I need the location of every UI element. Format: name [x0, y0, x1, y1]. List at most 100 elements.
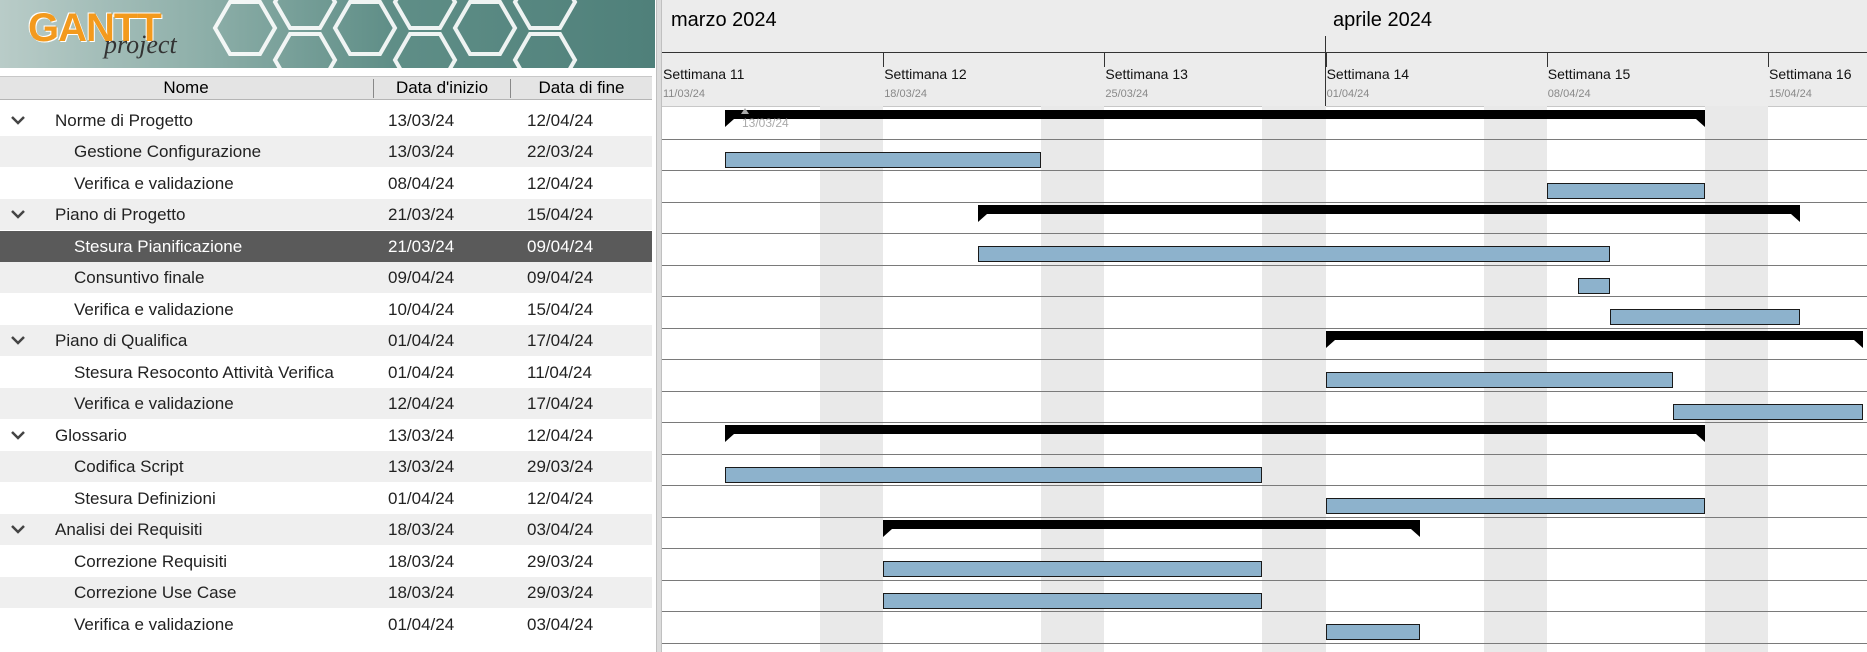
chevron-down-icon[interactable]	[10, 521, 26, 537]
chevron-down-icon[interactable]	[10, 112, 26, 128]
task-end-date: 17/04/24	[527, 394, 594, 413]
task-name: Piano di Qualifica	[55, 331, 188, 350]
task-name: Stesura Pianificazione	[74, 236, 243, 256]
task-row[interactable]: Stesura Definizioni 01/04/24 12/04/24	[0, 483, 652, 514]
summary-task-row[interactable]: Glossario 13/03/24 12/04/24	[0, 420, 652, 451]
task-row[interactable]: Correzione Requisiti 18/03/24 29/03/24	[0, 546, 652, 577]
summary-task-row[interactable]: Piano di Qualifica 01/04/24 17/04/24	[0, 325, 652, 356]
row-gridline	[662, 296, 1867, 297]
today-marker-label: 13/03/24	[742, 116, 789, 130]
task-row[interactable]: Verifica e validazione 08/04/24 12/04/24	[0, 168, 652, 199]
task-name: Analisi dei Requisiti	[55, 520, 203, 539]
task-bar[interactable]	[1610, 309, 1800, 325]
task-start-date: 21/03/24	[388, 205, 455, 224]
task-bar[interactable]	[1325, 498, 1705, 514]
chevron-down-icon[interactable]	[10, 332, 26, 348]
summary-bar[interactable]	[978, 204, 1800, 222]
week-tick	[883, 52, 885, 67]
column-header-start-date[interactable]: Data d'inizio	[374, 77, 510, 99]
summary-task-row[interactable]: Analisi dei Requisiti 18/03/24 03/04/24	[0, 514, 652, 545]
gantt-chart-body[interactable]: 13/03/24	[662, 106, 1867, 652]
row-gridline	[662, 138, 1867, 140]
task-bar[interactable]	[1673, 403, 1863, 420]
task-name: Verifica e validazione	[74, 173, 234, 193]
task-start-date: 21/03/24	[388, 236, 455, 256]
task-start-date: 13/03/24	[388, 142, 455, 161]
task-end-date: 09/04/24	[510, 231, 652, 265]
weekend-column	[1704, 106, 1768, 652]
row-gridline	[662, 548, 1867, 549]
weekend-column	[820, 106, 884, 652]
task-table-panel: GANTT project Nome Data d'inizio Data di…	[0, 0, 656, 652]
task-bar[interactable]	[725, 466, 1263, 483]
summary-task-row[interactable]: Piano di Progetto 21/03/24 15/04/24	[0, 199, 652, 230]
task-start-date: 18/03/24	[388, 583, 455, 602]
task-row[interactable]: Codifica Script 13/03/24 29/03/24	[0, 451, 652, 482]
task-name: Norme di Progetto	[55, 110, 193, 130]
week-start-date: 18/03/24	[884, 88, 928, 100]
task-name: Verifica e validazione	[74, 614, 234, 634]
column-header-name[interactable]: Nome	[0, 77, 372, 99]
chevron-down-icon[interactable]	[10, 427, 26, 443]
week-start-date: 25/03/24	[1105, 88, 1149, 100]
row-gridline	[662, 264, 1867, 266]
column-header-end-date[interactable]: Data di fine	[511, 77, 652, 99]
ganttproject-logo: GANTT project	[0, 0, 655, 68]
task-row[interactable]: Verifica e validazione 10/04/24 15/04/24	[0, 294, 652, 325]
task-row[interactable]: Gestione Configurazione 13/03/24 22/03/24	[0, 136, 652, 167]
task-start-date: 13/03/24	[388, 110, 455, 130]
timeline-header: marzo 2024 aprile 2024 Settimana 11 11/03…	[662, 0, 1867, 107]
task-start-date: 01/04/24	[388, 362, 455, 382]
week-label: Settimana 15	[1547, 66, 1631, 82]
task-end-date: 22/03/24	[527, 142, 594, 161]
task-name: Stesura Definizioni	[74, 488, 216, 508]
task-end-date: 29/03/24	[527, 457, 594, 476]
task-name: Piano di Progetto	[55, 205, 186, 224]
summary-bar[interactable]	[1325, 330, 1863, 348]
task-row[interactable]: Correzione Use Case 18/03/24 29/03/24	[0, 577, 652, 608]
row-gridline	[662, 201, 1867, 203]
row-gridline	[662, 453, 1867, 455]
summary-bar[interactable]	[725, 110, 1705, 127]
task-start-date: 13/03/24	[388, 425, 455, 445]
task-name: Glossario	[55, 425, 127, 445]
task-end-date: 12/04/24	[527, 110, 594, 130]
task-start-date: 01/04/24	[388, 488, 455, 508]
task-bar[interactable]	[1546, 183, 1705, 199]
table-header: Nome Data d'inizio Data di fine	[0, 76, 652, 100]
task-row[interactable]: Verifica e validazione 12/04/24 17/04/24	[0, 388, 652, 419]
task-row[interactable]: Verifica e validazione 01/04/24 03/04/24	[0, 609, 652, 640]
task-end-date: 12/04/24	[527, 425, 594, 445]
chevron-down-icon[interactable]	[10, 206, 26, 222]
task-name: Verifica e validazione	[74, 394, 234, 413]
week-tick	[1546, 52, 1548, 67]
summary-task-row[interactable]: Norme di Progetto 13/03/24 12/04/24	[0, 105, 652, 136]
task-end-date: 03/04/24	[527, 520, 594, 539]
task-bar[interactable]	[883, 561, 1263, 577]
task-name: Gestione Configurazione	[74, 142, 262, 161]
summary-bar[interactable]	[725, 425, 1705, 442]
task-bar[interactable]	[978, 246, 1610, 262]
task-start-date: 09/04/24	[388, 268, 455, 287]
task-row[interactable]: Consuntivo finale 09/04/24 09/04/24	[0, 262, 652, 293]
task-bar[interactable]	[1325, 624, 1421, 640]
task-bar[interactable]	[725, 151, 1042, 168]
task-row[interactable]: Stesura Resoconto Attività Verifica 01/04…	[0, 357, 652, 388]
task-bar[interactable]	[883, 592, 1263, 609]
task-end-date: 15/04/24	[527, 205, 594, 224]
task-bar[interactable]	[1325, 372, 1674, 388]
task-row[interactable]: Stesura Pianificazione 21/03/24 09/04/24	[0, 230, 652, 265]
task-start-date: 13/03/24	[388, 457, 455, 476]
task-start-date: 18/03/24	[388, 520, 455, 539]
row-gridline	[662, 359, 1867, 360]
task-end-date: 29/03/24	[527, 583, 594, 602]
week-label: Settimana 12	[884, 66, 967, 82]
task-end-date: 12/04/24	[527, 173, 594, 193]
row-gridline	[662, 485, 1867, 486]
summary-bar[interactable]	[883, 519, 1421, 537]
week-start-date: 08/04/24	[1547, 88, 1591, 100]
row-gridline	[662, 611, 1867, 612]
task-end-date: 09/04/24	[527, 268, 594, 287]
task-end-date: 03/04/24	[527, 614, 594, 634]
task-bar[interactable]	[1578, 277, 1610, 294]
